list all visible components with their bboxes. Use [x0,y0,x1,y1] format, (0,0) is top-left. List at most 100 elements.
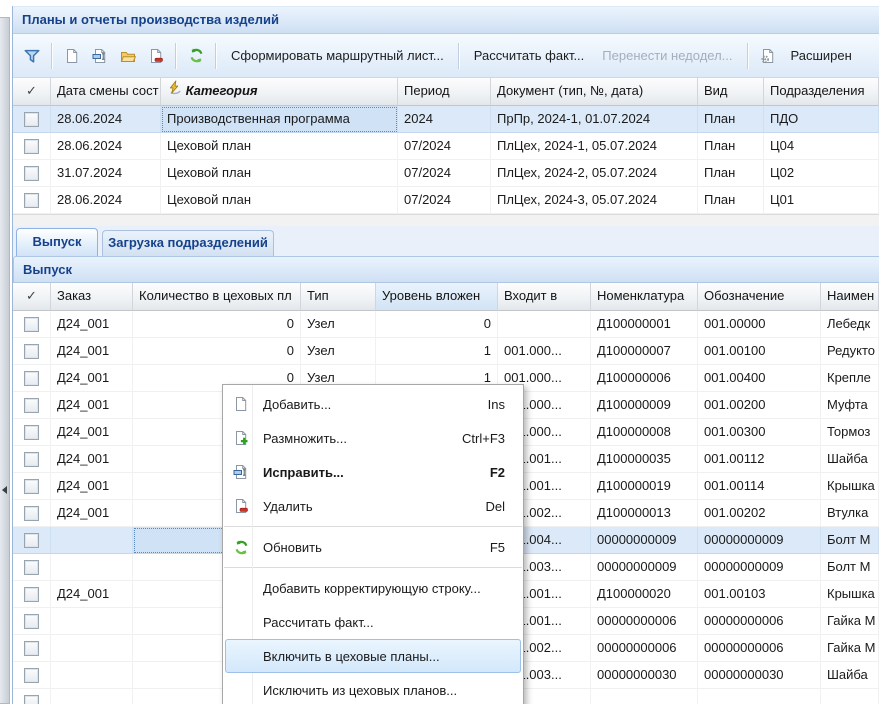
table-row[interactable]: 31.07.2024Цеховой план07/2024ПлЦех, 2024… [13,160,879,187]
refresh-icon [226,539,256,556]
checkbox-cell [13,635,51,662]
column-header-kind[interactable]: Вид [698,78,764,106]
cell-name: Болт М [821,527,879,554]
row-checkbox[interactable] [24,344,39,359]
row-checkbox[interactable] [24,139,39,154]
advanced-button[interactable]: Расширен [782,48,861,63]
cell-order [51,662,133,689]
cell-designation: 001.00200 [698,392,821,419]
menu-add-correction-row[interactable]: Добавить корректирующую строку... [225,571,521,605]
section-header: Выпуск [13,256,879,283]
cell-nomenclature: Д100000013 [591,500,698,527]
checkbox-cell [13,554,51,581]
table-row[interactable]: 28.06.2024Цеховой план07/2024ПлЦех, 2024… [13,133,879,160]
menu-duplicate[interactable]: Размножить...Ctrl+F3 [225,421,521,455]
cell-nomenclature: Д100000020 [591,581,698,608]
delete-button[interactable] [142,42,170,70]
column-header[interactable]: ✓ [13,78,51,106]
row-checkbox[interactable] [24,668,39,683]
column-header-date[interactable]: Дата смены сост [51,78,161,106]
column-header-type[interactable]: Тип [301,283,376,311]
row-checkbox[interactable] [24,695,39,704]
table-row[interactable]: 28.06.2024Производственная программа2024… [13,106,879,133]
delete-document-icon [226,498,256,514]
column-header-name[interactable]: Наимен [821,283,879,311]
table-row[interactable]: 28.06.2024Цеховой план07/2024ПлЦех, 2024… [13,187,879,214]
row-checkbox[interactable] [24,452,39,467]
column-header-label: Категория [182,83,258,98]
row-checkbox[interactable] [24,587,39,602]
row-checkbox[interactable] [24,533,39,548]
cell-date: 31.07.2024 [51,160,161,187]
menu-delete[interactable]: УдалитьDel [225,489,521,523]
refresh-button[interactable] [182,42,210,70]
edit-document-icon [226,464,256,480]
open-button[interactable] [114,42,142,70]
table-row[interactable]: Д24_0010Узел0Д100000001001.00000Лебедк [13,311,879,338]
lightning-icon [167,80,182,95]
row-checkbox[interactable] [24,166,39,181]
edit-button[interactable] [86,42,114,70]
tab-vypusk[interactable]: Выпуск [16,228,98,256]
row-checkbox[interactable] [24,641,39,656]
column-header-level[interactable]: Уровень вложен [376,283,498,311]
row-checkbox[interactable] [24,193,39,208]
row-checkbox[interactable] [24,398,39,413]
cell-nomenclature: Д100000009 [591,392,698,419]
cell-name: Втулка [821,500,879,527]
cell-order: Д24_001 [51,473,133,500]
menu-calculate-fact[interactable]: Рассчитать факт... [225,605,521,639]
cell-designation: 00000000030 [698,662,821,689]
checkbox-cell [13,689,51,704]
grid-header-row: ✓Дата смены сост Категория ПериодДокумент… [13,78,879,106]
toolbar-separator [175,43,177,69]
cell-division: Ц02 [764,160,879,187]
column-header-parent[interactable]: Входит в [498,283,591,311]
column-header-period[interactable]: Период [398,78,491,106]
menu-item-label: Добавить... [256,397,488,412]
row-checkbox[interactable] [24,614,39,629]
checkbox-cell [13,106,51,133]
row-checkbox[interactable] [24,371,39,386]
cell-nomenclature: 00000000009 [591,554,698,581]
table-row[interactable]: Д24_0010Узел1001.000...Д100000007001.001… [13,338,879,365]
menu-add[interactable]: Добавить...Ins [225,387,521,421]
cell-parent [498,311,591,338]
calculate-fact-button[interactable]: Рассчитать факт... [465,48,594,63]
new-button[interactable] [58,42,86,70]
menu-item-shortcut: F5 [490,540,520,555]
section-title: Выпуск [14,257,879,282]
advanced-icon-button[interactable] [754,42,782,70]
generate-route-sheet-button[interactable]: Сформировать маршрутный лист... [222,48,453,63]
column-header-category[interactable]: Категория [161,78,398,106]
checkbox-cell [13,473,51,500]
row-checkbox[interactable] [24,425,39,440]
checkbox-cell [13,133,51,160]
row-checkbox[interactable] [24,317,39,332]
menu-include-in-shop-plans[interactable]: Включить в цеховые планы... [225,639,521,673]
tab-zagruzka-podrazdelenij[interactable]: Загрузка подразделений [102,230,274,256]
column-header-order[interactable]: Заказ [51,283,133,311]
menu-exclude-from-shop-plans[interactable]: Исключить из цеховых планов... [225,673,521,704]
cell-name: Тормоз [821,419,879,446]
column-header-division[interactable]: Подразделения [764,78,879,106]
column-header-qty[interactable]: Количество в цеховых пл [133,283,301,311]
cell-date: 28.06.2024 [51,187,161,214]
row-checkbox[interactable] [24,560,39,575]
row-checkbox[interactable] [24,479,39,494]
row-checkbox[interactable] [24,506,39,521]
gear-document-icon [760,48,776,64]
menu-refresh[interactable]: ОбновитьF5 [225,530,521,564]
cell-name: Крышка [821,581,879,608]
filter-button[interactable] [18,42,46,70]
menu-edit[interactable]: Исправить...F2 [225,455,521,489]
collapse-arrow-icon [2,486,7,494]
splitter-collapse-bar[interactable] [0,17,10,704]
column-header-document[interactable]: Документ (тип, №, дата) [491,78,698,106]
column-header[interactable]: ✓ [13,283,51,311]
cell-name: Болт М [821,554,879,581]
column-header-designation[interactable]: Обозначение [698,283,821,311]
column-header-nomenclature[interactable]: Номенклатура [591,283,698,311]
row-checkbox[interactable] [24,112,39,127]
plans-grid-hscrollbar[interactable] [13,214,879,226]
